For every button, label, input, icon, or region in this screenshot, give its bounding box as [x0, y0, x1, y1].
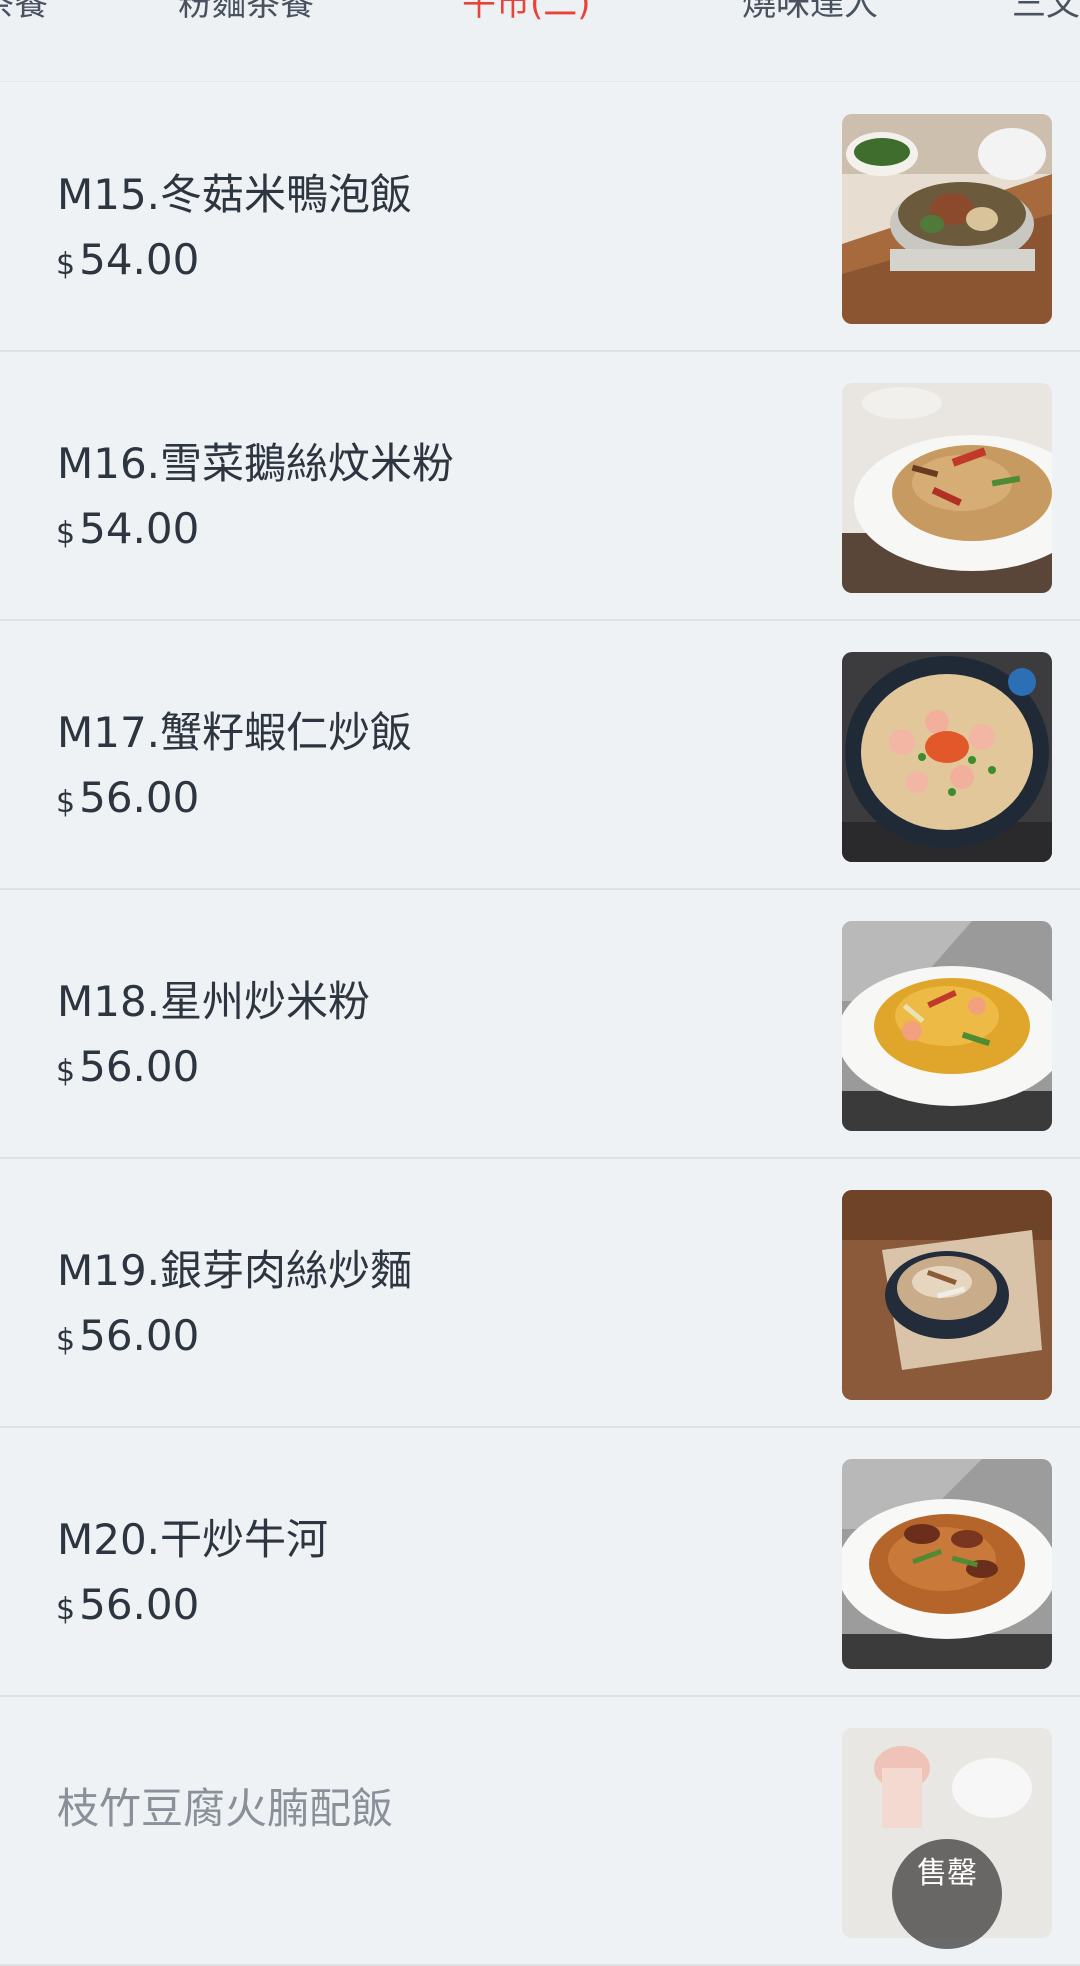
menu-item-price: $56.00	[56, 773, 199, 822]
tab-item[interactable]: 粉麵茶餐	[178, 0, 314, 25]
price-value: 56.00	[79, 773, 200, 822]
price-value: 56.00	[79, 1580, 200, 1629]
menu-item-name: 枝竹豆腐火腩配飯	[57, 1784, 394, 1833]
braised-vermicelli-image[interactable]	[842, 383, 1052, 593]
tab-item[interactable]: 燒味達人	[742, 0, 878, 25]
menu-item[interactable]: M17.蟹籽蝦仁炒飯 $56.00	[0, 621, 1080, 890]
menu-item-price: $56.00	[56, 1580, 199, 1629]
menu-item[interactable]: M15.冬菇米鴨泡飯 $54.00	[0, 83, 1080, 352]
beef-chow-fun-image[interactable]	[842, 1459, 1052, 1669]
menu-item-soldout[interactable]: 枝竹豆腐火腩配飯 售罄	[0, 1697, 1080, 1966]
menu-item-name: M18.星州炒米粉	[57, 977, 371, 1026]
singapore-noodles-image[interactable]	[842, 921, 1052, 1131]
tab-item[interactable]: 三文	[1012, 0, 1080, 25]
tab-item-active[interactable]: 午市(二)	[462, 0, 591, 25]
menu-item-name: M20.干炒牛河	[57, 1515, 329, 1564]
price-value: 56.00	[79, 1042, 200, 1091]
menu-item[interactable]: M16.雪菜鵝絲炆米粉 $54.00	[0, 352, 1080, 621]
menu-item-price: $56.00	[56, 1311, 199, 1360]
currency-symbol: $	[56, 785, 76, 820]
soldout-badge: 售罄	[892, 1839, 1002, 1949]
price-value: 56.00	[79, 1311, 200, 1360]
price-value: 54.00	[79, 235, 200, 284]
category-tab-bar: 茶餐 粉麵茶餐 午市(二) 燒味達人 三文	[0, 0, 1080, 82]
menu-item-name: M15.冬菇米鴨泡飯	[57, 170, 413, 219]
fried-noodles-bowl-image[interactable]	[842, 1190, 1052, 1400]
menu-item-price: $56.00	[56, 1042, 199, 1091]
menu-item[interactable]: M19.銀芽肉絲炒麵 $56.00	[0, 1159, 1080, 1428]
currency-symbol: $	[56, 1592, 76, 1627]
currency-symbol: $	[56, 516, 76, 551]
currency-symbol: $	[56, 1323, 76, 1358]
menu-item[interactable]: M18.星州炒米粉 $56.00	[0, 890, 1080, 1159]
tab-item[interactable]: 茶餐	[0, 0, 48, 25]
menu-item-price: $54.00	[56, 235, 199, 284]
currency-symbol: $	[56, 247, 76, 282]
menu-item-name: M19.銀芽肉絲炒麵	[57, 1246, 413, 1295]
menu-item-price: $54.00	[56, 504, 199, 553]
menu-item[interactable]: M20.干炒牛河 $56.00	[0, 1428, 1080, 1697]
price-value: 54.00	[79, 504, 200, 553]
menu-item-list: M15.冬菇米鴨泡飯 $54.00 M16.雪菜鵝絲炆米粉 $54.00 M17…	[0, 83, 1080, 1966]
shrimp-fried-rice-image[interactable]	[842, 652, 1052, 862]
menu-item-name: M16.雪菜鵝絲炆米粉	[57, 439, 455, 488]
tabbar-divider	[0, 81, 1080, 82]
currency-symbol: $	[56, 1054, 76, 1089]
menu-item-name: M17.蟹籽蝦仁炒飯	[57, 708, 413, 757]
clay-pot-duck-rice-image[interactable]	[842, 114, 1052, 324]
